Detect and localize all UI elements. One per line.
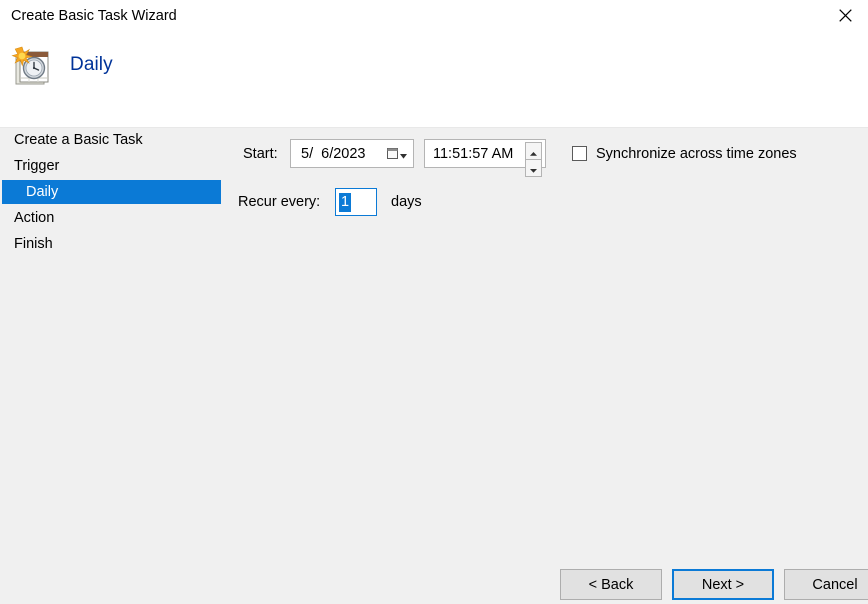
wizard-footer: < Back Next > Cancel [0, 532, 868, 604]
start-label: Start: [243, 145, 278, 162]
recur-interval-input[interactable]: 1 [335, 188, 377, 216]
next-button[interactable]: Next > [672, 569, 774, 600]
chevron-up-icon [530, 143, 537, 159]
checkbox-box-icon [572, 146, 587, 161]
time-spinner[interactable] [525, 142, 542, 177]
chevron-down-icon [530, 160, 537, 176]
wizard-body: Create a Basic Task Trigger Daily Action… [0, 128, 868, 532]
sidebar-item-label: Trigger [14, 158, 60, 174]
close-button[interactable] [822, 0, 868, 31]
sidebar-item-label: Action [14, 210, 55, 226]
cancel-button[interactable]: Cancel [784, 569, 868, 600]
sync-timezones-checkbox[interactable]: Synchronize across time zones [572, 146, 797, 162]
sidebar-item-trigger[interactable]: Trigger [2, 154, 221, 178]
recur-every-label: Recur every: [238, 194, 321, 210]
calendar-dropdown-button[interactable] [387, 146, 407, 162]
start-date-value: 5/ 6/2023 [301, 145, 366, 162]
spinner-up-button[interactable] [525, 142, 542, 160]
start-time-value: 11:51:57 AM [433, 145, 514, 162]
start-time-input[interactable]: 11:51:57 AM [424, 139, 546, 177]
recur-interval-value: 1 [339, 192, 352, 212]
sidebar-item-label: Create a Basic Task [14, 132, 143, 148]
wizard-header: Daily [0, 34, 868, 128]
wizard-step-list: Create a Basic Task Trigger Daily Action… [0, 128, 230, 532]
sidebar-item-label: Finish [14, 236, 53, 252]
sidebar-item-action[interactable]: Action [2, 206, 221, 230]
spinner-down-button[interactable] [525, 160, 542, 177]
start-row: Start: 5/ 6/2023 11:51:57 AM Synchronize… [243, 139, 797, 177]
sidebar-item-label: Daily [26, 184, 59, 200]
page-title: Daily [70, 54, 113, 75]
calendar-icon [387, 146, 398, 162]
chevron-down-icon [400, 146, 407, 162]
window-title: Create Basic Task Wizard [11, 8, 177, 24]
sync-timezones-label: Synchronize across time zones [596, 145, 797, 162]
title-bar: Create Basic Task Wizard [0, 0, 868, 34]
close-icon [838, 9, 852, 22]
recur-row: Recur every: 1 days [238, 188, 422, 216]
daily-trigger-form: Start: 5/ 6/2023 11:51:57 AM Synchronize… [230, 128, 868, 532]
sidebar-item-finish[interactable]: Finish [2, 232, 221, 256]
start-date-input[interactable]: 5/ 6/2023 [290, 139, 414, 168]
sidebar-item-create-a-basic-task[interactable]: Create a Basic Task [2, 128, 221, 152]
daily-task-calendar-clock-icon [10, 44, 56, 90]
sidebar-item-daily[interactable]: Daily [2, 180, 221, 204]
recur-unit-label: days [391, 194, 422, 210]
back-button[interactable]: < Back [560, 569, 662, 600]
